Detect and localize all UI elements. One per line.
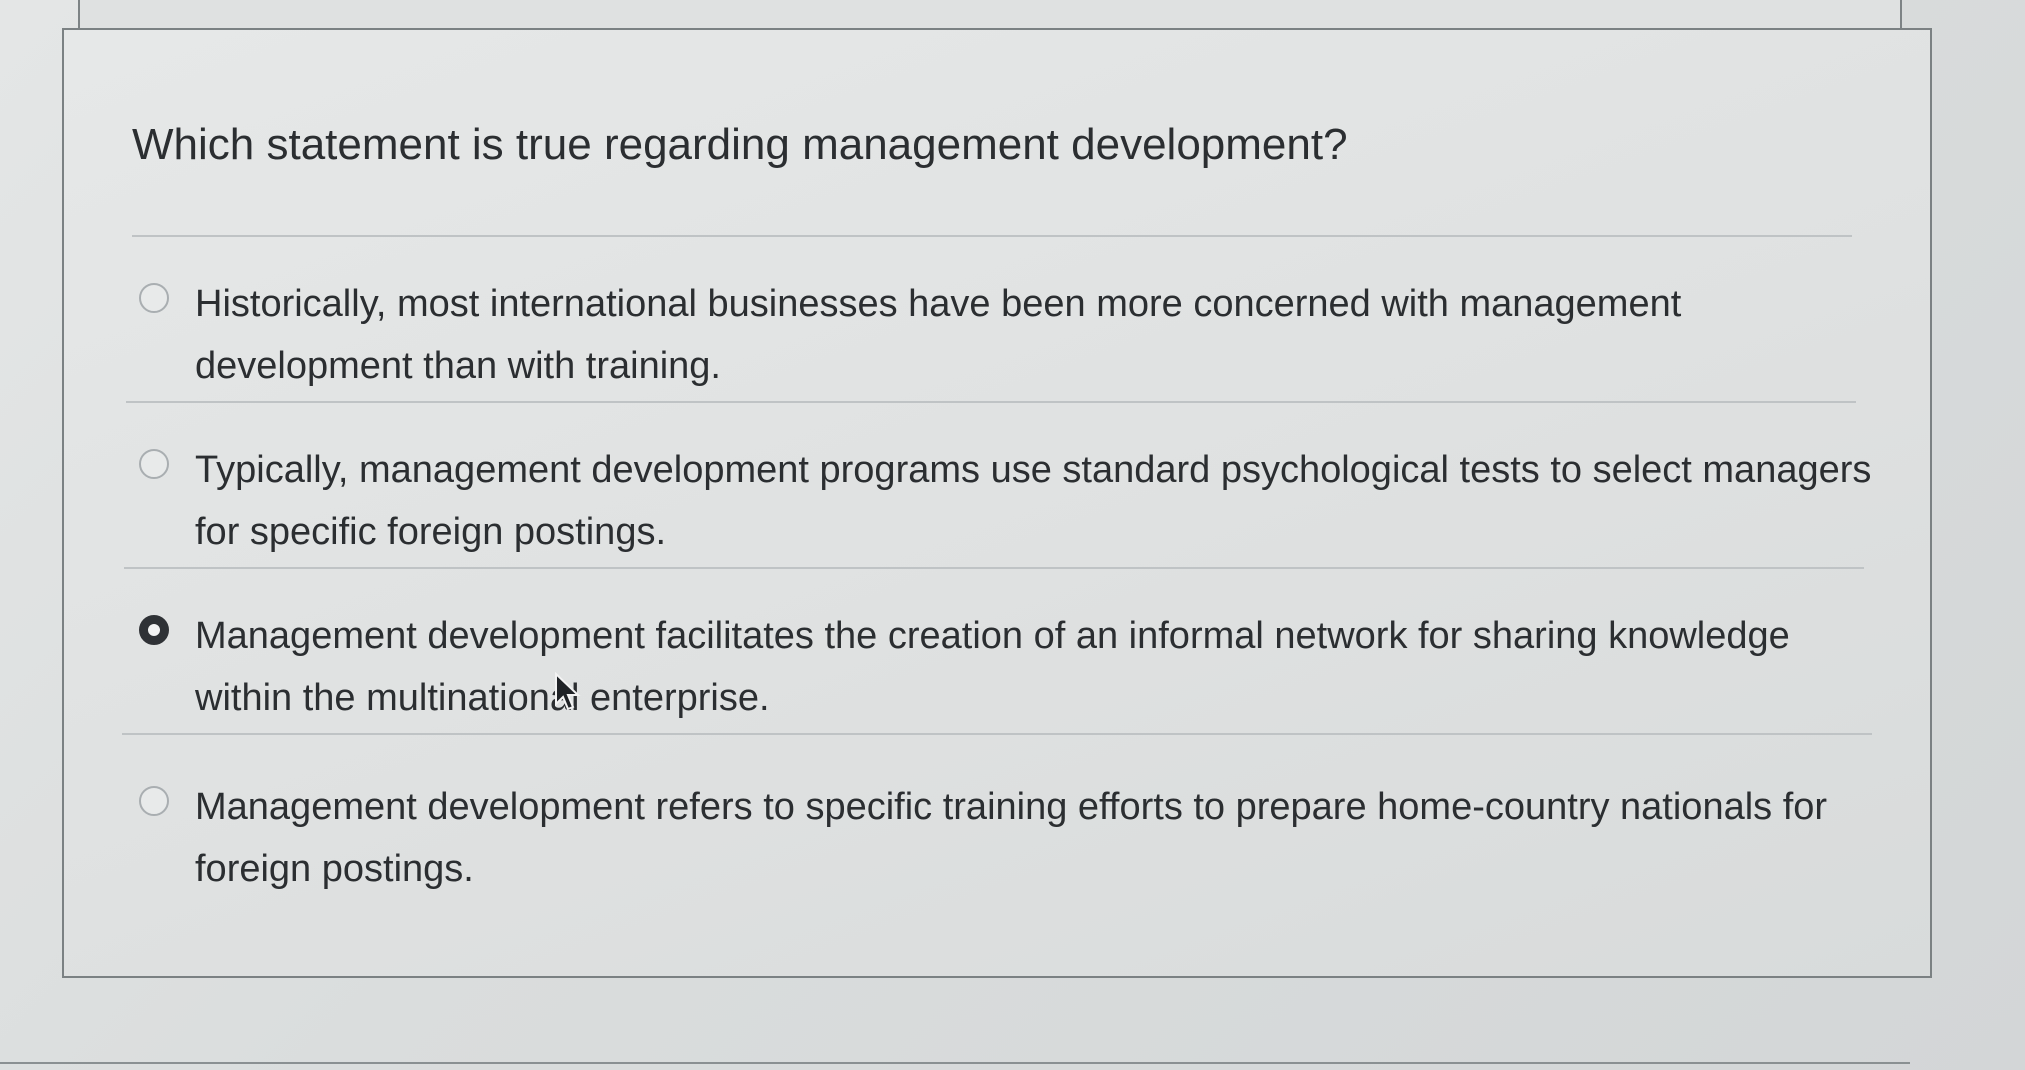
answer-option-text-1[interactable]: Historically, most international busines… <box>195 273 1895 397</box>
question-text: Which statement is true regarding manage… <box>132 120 1348 169</box>
answer-option-text-2[interactable]: Typically, management development progra… <box>195 439 1895 563</box>
radio-button-3-selected[interactable] <box>139 615 169 645</box>
screen: Which statement is true regarding manage… <box>0 0 2025 1070</box>
radio-button-1[interactable] <box>139 283 169 313</box>
divider <box>122 733 1872 735</box>
divider <box>124 567 1864 569</box>
radio-button-4[interactable] <box>139 786 169 816</box>
answer-option-text-4[interactable]: Management development refers to specifi… <box>195 776 1895 900</box>
next-question-card-edge <box>0 1062 1910 1070</box>
question-card: Which statement is true regarding manage… <box>62 28 1932 978</box>
mouse-pointer-icon <box>555 672 581 711</box>
answer-option-text-3[interactable]: Management development facilitates the c… <box>195 605 1895 729</box>
radio-button-2[interactable] <box>139 449 169 479</box>
divider <box>132 235 1852 237</box>
divider <box>126 401 1856 403</box>
